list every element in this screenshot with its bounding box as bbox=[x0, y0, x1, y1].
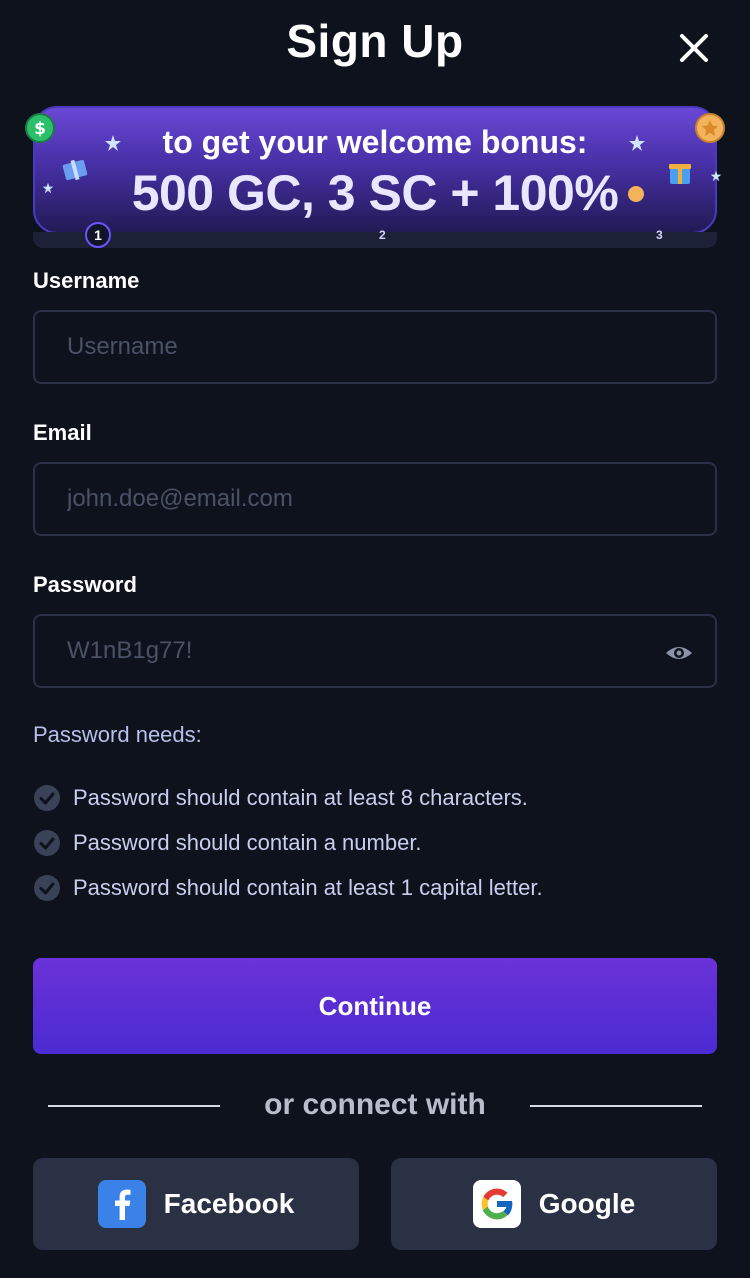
password-input[interactable] bbox=[33, 614, 717, 688]
svg-text:$: $ bbox=[34, 119, 46, 139]
facebook-label: Facebook bbox=[163, 1188, 295, 1219]
password-needs-heading: Password needs: bbox=[33, 722, 202, 747]
password-rule-text: Password should contain at least 8 chara… bbox=[73, 785, 528, 810]
password-rule: Password should contain a number. bbox=[33, 829, 422, 857]
google-icon bbox=[472, 1180, 521, 1228]
username-label: Username bbox=[33, 268, 140, 293]
email-label: Email bbox=[33, 420, 92, 445]
divider-line-right bbox=[530, 1105, 702, 1107]
bonus-amount-text: 500 GC, 3 SC + 100% bbox=[131, 165, 619, 221]
gift-box-icon bbox=[62, 159, 88, 181]
step-indicator-1: 1 bbox=[85, 222, 111, 248]
welcome-bonus-banner: to get your welcome bonus: 500 GC, 3 SC … bbox=[33, 106, 717, 234]
page-title: Sign Up bbox=[286, 15, 464, 67]
password-label: Password bbox=[33, 572, 137, 597]
star-coin-icon bbox=[695, 113, 725, 143]
close-icon[interactable] bbox=[672, 26, 716, 70]
star-icon bbox=[629, 135, 645, 151]
star-icon bbox=[42, 182, 54, 194]
password-rule-text: Password should contain at least 1 capit… bbox=[73, 875, 543, 900]
star-icon bbox=[710, 170, 722, 182]
bonus-intro-text: to get your welcome bonus: bbox=[162, 124, 588, 160]
coin-icon bbox=[628, 186, 644, 202]
check-circle-icon bbox=[34, 875, 60, 901]
username-input[interactable] bbox=[33, 310, 717, 384]
check-circle-icon bbox=[34, 785, 60, 811]
google-button[interactable]: Google bbox=[391, 1158, 717, 1250]
facebook-button[interactable]: Facebook bbox=[33, 1158, 359, 1250]
facebook-icon bbox=[97, 1180, 146, 1228]
password-rule: Password should contain at least 1 capit… bbox=[33, 874, 543, 902]
dollar-coin-icon: $ bbox=[25, 113, 55, 143]
password-rule-text: Password should contain a number. bbox=[73, 830, 422, 855]
password-rule: Password should contain at least 8 chara… bbox=[33, 784, 528, 812]
eye-icon[interactable] bbox=[664, 638, 694, 668]
signup-modal: Sign Up to get your welcome bonus: 500 G… bbox=[0, 0, 750, 1278]
email-input[interactable] bbox=[33, 462, 717, 536]
google-label: Google bbox=[538, 1188, 636, 1219]
continue-button[interactable]: Continue bbox=[33, 958, 717, 1054]
star-icon bbox=[105, 135, 121, 151]
bonus-progress-track bbox=[33, 232, 717, 248]
step-indicator-3: 3 bbox=[656, 228, 663, 242]
check-circle-icon bbox=[34, 830, 60, 856]
step-indicator-2: 2 bbox=[379, 228, 386, 242]
gift-box-icon bbox=[669, 164, 691, 184]
